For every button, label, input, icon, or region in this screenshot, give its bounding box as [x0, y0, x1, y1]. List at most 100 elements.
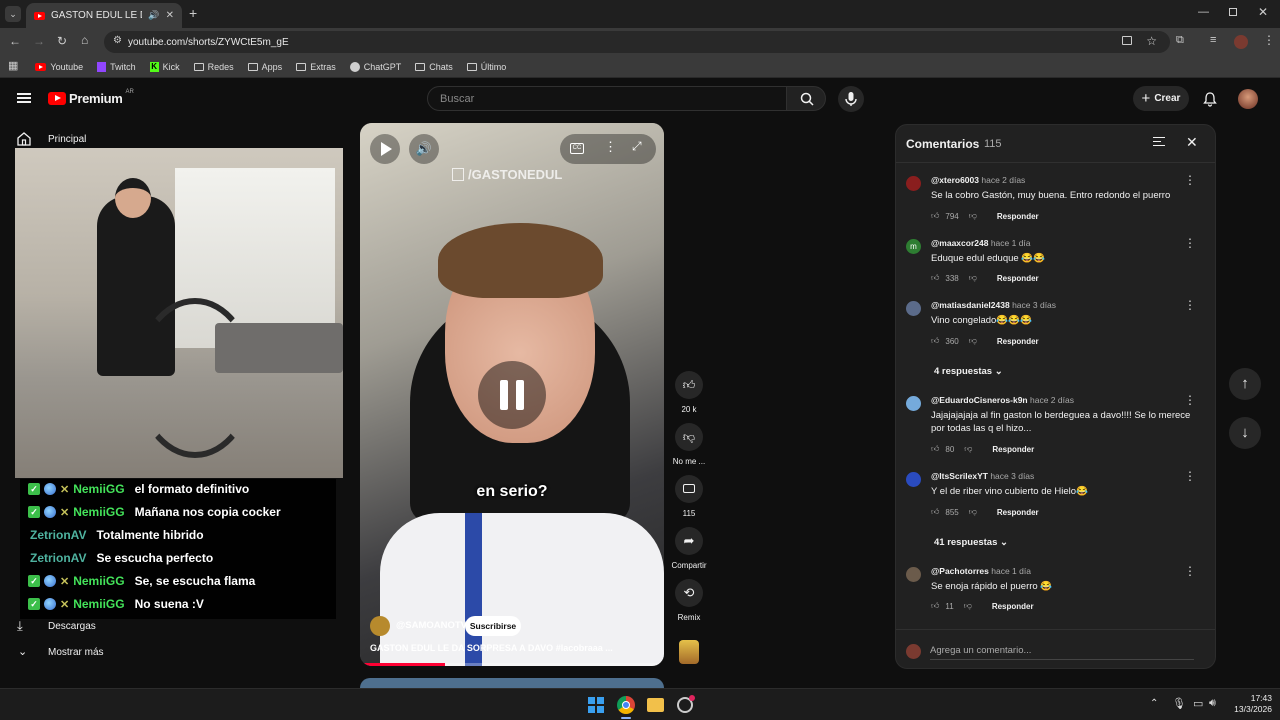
chevron-down-icon[interactable]: ⌄: [18, 645, 27, 658]
thumbs-up-icon[interactable]: 👍︎: [931, 601, 939, 611]
dislike-button[interactable]: 👎︎: [675, 423, 703, 451]
address-bar[interactable]: ⚙ youtube.com/shorts/ZYWCtE5m_gE ☆: [104, 31, 1170, 53]
extensions-icon[interactable]: ⧉: [1176, 35, 1184, 46]
browser-menu-icon[interactable]: ⋮: [1263, 34, 1275, 46]
app-taskbar-icon[interactable]: [677, 695, 695, 713]
search-input[interactable]: Buscar: [427, 86, 787, 111]
reply-button[interactable]: Responder: [992, 602, 1034, 611]
comment-author[interactable]: @EduardoCisneros-k9n: [931, 395, 1028, 405]
window-minimize-button[interactable]: —: [1198, 6, 1209, 18]
voice-search-button[interactable]: [838, 86, 864, 112]
bookmark-kick[interactable]: K Kick: [145, 61, 185, 72]
hamburger-menu-icon[interactable]: [17, 93, 31, 103]
network-icon[interactable]: ▭: [1193, 697, 1203, 710]
comment-more-icon[interactable]: ⋮: [1184, 237, 1196, 249]
reply-button[interactable]: Responder: [992, 445, 1034, 454]
comment-avatar[interactable]: m: [906, 239, 921, 254]
sound-thumbnail[interactable]: [679, 640, 699, 664]
more-options-icon[interactable]: ⋮: [604, 139, 617, 155]
play-button[interactable]: [370, 134, 400, 164]
comment-author[interactable]: @ItsScrilexYT: [931, 471, 988, 481]
previous-short-button[interactable]: ↑: [1229, 368, 1261, 400]
reply-button[interactable]: Responder: [997, 508, 1039, 517]
subscribe-button[interactable]: Suscribirse: [465, 616, 521, 636]
short-title[interactable]: GASTON EDUL LE DA SORPRESA A DAVO #lacob…: [370, 643, 660, 653]
youtube-logo[interactable]: Premium AR: [48, 89, 134, 106]
comment-more-icon[interactable]: ⋮: [1184, 394, 1196, 406]
reply-button[interactable]: Responder: [997, 274, 1039, 283]
progress-bar[interactable]: [360, 663, 664, 666]
pause-overlay[interactable]: [478, 361, 546, 429]
bookmark-extras[interactable]: Extras: [291, 62, 341, 72]
tab-active[interactable]: GASTON EDUL LE DA SORP 🔊 ✕: [26, 3, 182, 28]
profile-avatar[interactable]: [1234, 35, 1248, 49]
file-explorer-icon[interactable]: [647, 698, 664, 712]
media-control-icon[interactable]: ≡: [1210, 35, 1216, 46]
clock[interactable]: 17:43 13/3/2026: [1226, 693, 1272, 715]
add-comment-input[interactable]: Agrega un comentario...: [930, 645, 1194, 660]
new-tab-button[interactable]: +: [189, 6, 197, 20]
thumbs-down-icon[interactable]: 👎︎: [969, 273, 977, 283]
chrome-taskbar-icon[interactable]: [617, 696, 635, 714]
close-icon[interactable]: ✕: [1186, 134, 1198, 151]
start-button[interactable]: [588, 697, 604, 713]
comment-author[interactable]: @xtero6003: [931, 175, 979, 185]
home-icon[interactable]: ⌂: [81, 34, 88, 46]
like-button[interactable]: 👍︎: [675, 371, 703, 399]
window-restore-button[interactable]: [1229, 8, 1237, 16]
thumbs-down-icon[interactable]: 👎︎: [964, 601, 972, 611]
microphone-tray-icon[interactable]: 🎙︎: [1172, 697, 1186, 710]
comment-author[interactable]: @maaxcor248: [931, 238, 988, 248]
notifications-bell-icon[interactable]: [1202, 91, 1218, 107]
comment-avatar[interactable]: [906, 301, 921, 316]
window-close-button[interactable]: ✕: [1258, 5, 1268, 19]
thumbs-up-icon[interactable]: 👍︎: [931, 336, 939, 346]
reload-icon[interactable]: ↻: [57, 35, 67, 47]
view-replies-button[interactable]: 41 respuestas ⌄: [934, 537, 1008, 548]
view-replies-button[interactable]: 4 respuestas ⌄: [934, 366, 1003, 377]
comment-more-icon[interactable]: ⋮: [1184, 565, 1196, 577]
channel-name[interactable]: @SAMOANOTV: [396, 620, 467, 631]
tab-close-icon[interactable]: ✕: [166, 10, 174, 21]
bookmark-youtube[interactable]: Youtube: [30, 62, 88, 72]
comment-avatar[interactable]: [906, 567, 921, 582]
next-short-preview[interactable]: [360, 678, 664, 688]
downloads-icon[interactable]: ⤓: [17, 618, 23, 634]
thumbs-up-icon[interactable]: 👍︎: [931, 444, 939, 454]
comment-more-icon[interactable]: ⋮: [1184, 470, 1196, 482]
bookmark-twitch[interactable]: Twitch: [92, 61, 141, 72]
forward-icon[interactable]: →: [33, 35, 45, 47]
sidebar-item-downloads[interactable]: Descargas: [48, 621, 96, 632]
thumbs-down-icon[interactable]: 👎︎: [969, 211, 977, 221]
channel-avatar[interactable]: [370, 616, 390, 636]
bookmark-apps[interactable]: Apps: [243, 62, 288, 72]
comment-avatar[interactable]: [906, 472, 921, 487]
captions-icon[interactable]: CC: [570, 143, 584, 154]
sidebar-show-more[interactable]: Mostrar más: [48, 647, 104, 658]
bookmark-chatgpt[interactable]: ChatGPT: [345, 61, 407, 72]
thumbs-down-icon[interactable]: 👎︎: [964, 444, 972, 454]
remix-button[interactable]: ⟲: [675, 579, 703, 607]
search-button[interactable]: [786, 86, 826, 111]
comment-more-icon[interactable]: ⋮: [1184, 174, 1196, 186]
install-app-icon[interactable]: [1122, 36, 1132, 45]
create-button[interactable]: + Crear: [1133, 86, 1189, 111]
reply-button[interactable]: Responder: [997, 337, 1039, 346]
sort-icon[interactable]: [1153, 137, 1165, 146]
tab-list-button[interactable]: ⌄: [5, 6, 21, 22]
comment-author[interactable]: @Pachotorres: [931, 566, 989, 576]
next-short-button[interactable]: ↓: [1229, 417, 1261, 449]
show-hidden-icons[interactable]: ⌃: [1150, 698, 1158, 709]
back-icon[interactable]: ←: [9, 35, 21, 47]
thumbs-up-icon[interactable]: 👍︎: [931, 507, 939, 517]
volume-button[interactable]: 🔊: [409, 134, 439, 164]
volume-tray-icon[interactable]: 🔊︎: [1209, 697, 1216, 710]
thumbs-up-icon[interactable]: 👍︎: [931, 273, 939, 283]
hashtag[interactable]: #lacobraaa ...: [556, 643, 613, 653]
home-icon[interactable]: [16, 131, 32, 147]
comment-author[interactable]: @matiasdaniel2438: [931, 300, 1010, 310]
account-avatar[interactable]: [1238, 89, 1258, 109]
bookmark-star-icon[interactable]: ☆: [1146, 34, 1157, 48]
comments-button[interactable]: [675, 475, 703, 503]
site-info-icon[interactable]: ⚙: [113, 35, 122, 46]
